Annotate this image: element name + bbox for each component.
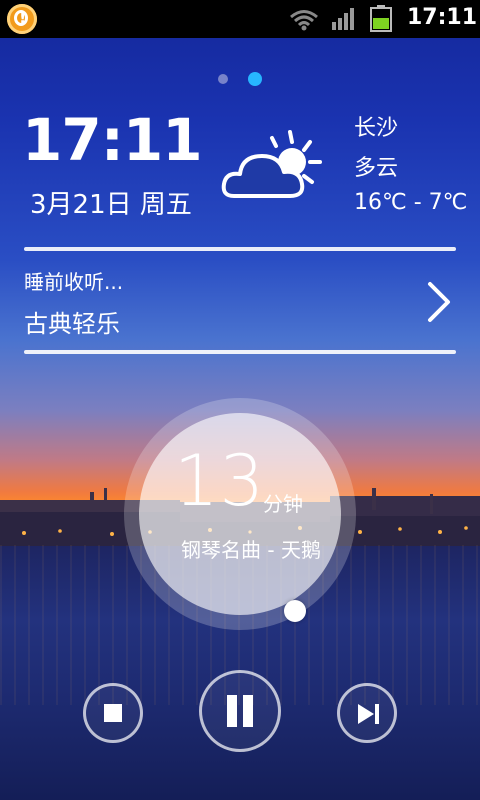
divider-bottom [24, 350, 456, 354]
weather-condition: 多云 [354, 156, 399, 181]
page-dot-1[interactable] [218, 74, 228, 84]
pause-button[interactable] [199, 670, 281, 752]
weather-city: 长沙 [354, 116, 399, 141]
timer-slider-handle[interactable] [284, 600, 306, 622]
page-indicator [216, 72, 266, 86]
pause-icon [227, 695, 237, 727]
weather-temperature: 16℃ - 7℃ [354, 190, 468, 215]
clock-time: 17:11 [22, 106, 203, 174]
stop-button[interactable] [83, 683, 143, 743]
playlist-subtitle: 睡前收听... [24, 270, 124, 294]
timer-minutes: 13 [174, 440, 266, 522]
wifi-icon [290, 10, 318, 31]
app-alert-icon[interactable] [7, 4, 37, 34]
clock-date: 3月21日 周五 [30, 190, 192, 220]
next-button[interactable] [337, 683, 397, 743]
pause-icon-bar [243, 695, 253, 727]
next-icon [358, 704, 379, 724]
page-dot-2-active[interactable] [248, 72, 262, 86]
stop-icon [104, 704, 122, 722]
track-title: 钢琴名曲 - 天鹅 [181, 538, 321, 562]
divider-top [24, 247, 456, 251]
chevron-right-icon[interactable] [424, 280, 454, 324]
status-bar: 17:11 [0, 0, 480, 38]
status-time: 17:11 [407, 5, 478, 30]
signal-icon [332, 8, 354, 30]
playlist-title[interactable]: 古典轻乐 [24, 304, 120, 339]
timer-unit: 分钟 [263, 492, 303, 516]
partly-cloudy-icon [221, 130, 322, 198]
battery-icon [370, 5, 392, 32]
